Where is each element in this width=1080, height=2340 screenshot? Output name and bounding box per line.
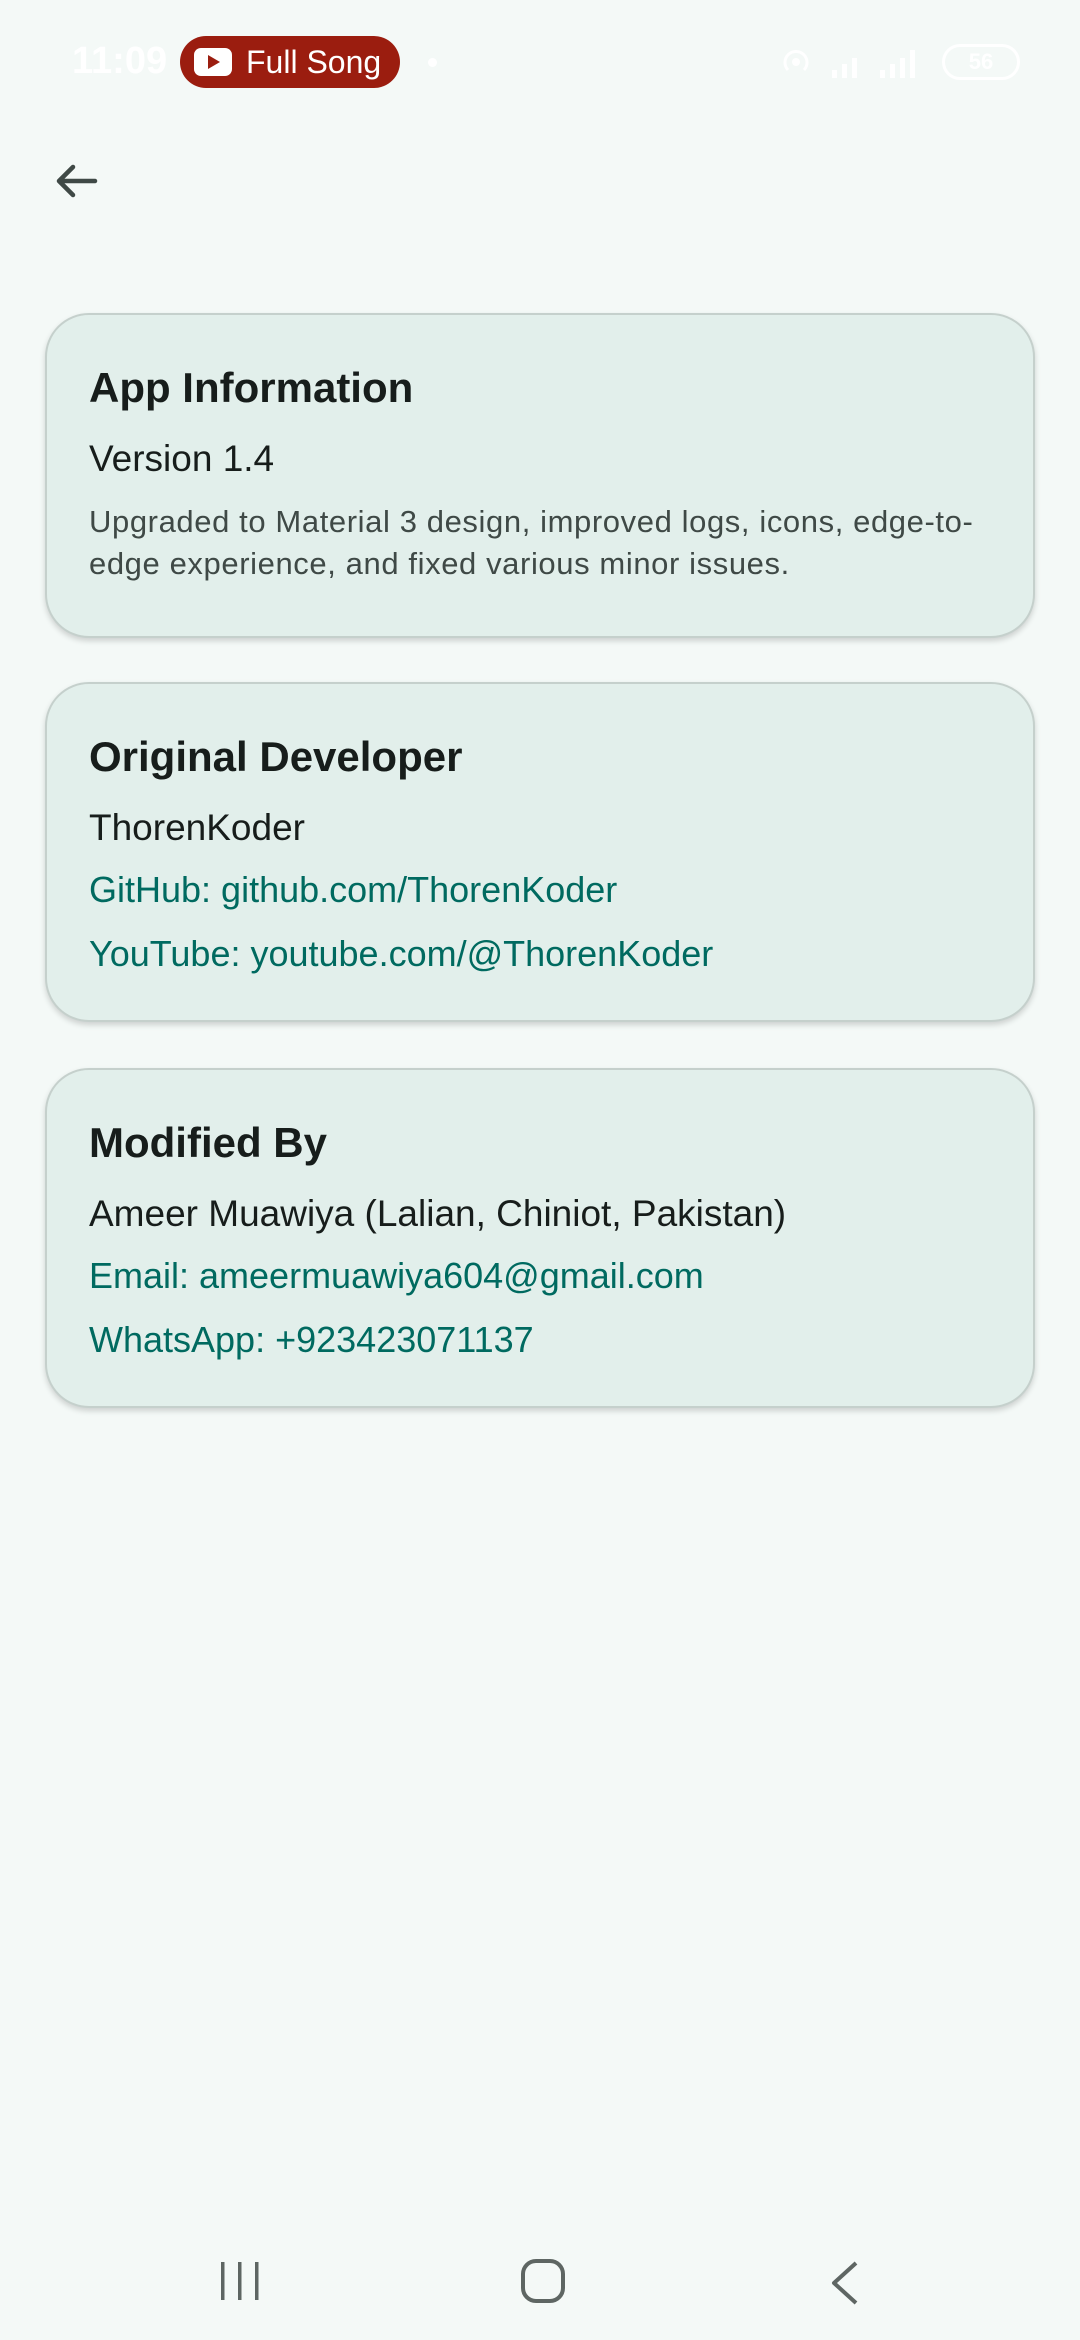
status-icons: 56 — [778, 44, 1020, 80]
media-pill-label: Full Song — [246, 43, 382, 80]
clock: 11:09 — [72, 40, 168, 82]
email-link[interactable]: Email: ameermuawiya604@gmail.com — [89, 1254, 991, 1298]
back-button[interactable] — [40, 145, 112, 217]
version-text: Version 1.4 — [89, 438, 275, 479]
media-pill[interactable]: Full Song — [180, 36, 400, 88]
battery-level: 56 — [968, 49, 994, 74]
app-info-card: App Information Version 1.4 Upgraded to … — [45, 313, 1035, 638]
hotspot-icon — [778, 44, 814, 80]
system-nav-bar — [0, 2220, 1080, 2340]
youtube-link[interactable]: YouTube: youtube.com/@ThorenKoder — [89, 932, 991, 976]
signal-icon — [828, 44, 928, 80]
modifier-name: Ameer Muawiya (Lalian, Chiniot, Pakistan… — [89, 1193, 787, 1234]
original-developer-card: Original Developer ThorenKoder GitHub: g… — [45, 682, 1035, 1022]
modified-by-card: Modified By Ameer Muawiya (Lalian, Chini… — [45, 1068, 1035, 1408]
notification-dot — [428, 58, 437, 67]
battery-indicator: 56 — [942, 44, 1020, 80]
changelog-text: Upgraded to Material 3 design, improved … — [89, 504, 974, 581]
back-icon[interactable] — [826, 2260, 862, 2311]
card-title: App Information — [89, 364, 414, 411]
card-title: Original Developer — [89, 733, 463, 780]
home-icon[interactable] — [520, 2258, 566, 2309]
recents-icon[interactable] — [218, 2260, 262, 2307]
whatsapp-link[interactable]: WhatsApp: +923423071137 — [89, 1318, 991, 1362]
github-link[interactable]: GitHub: github.com/ThorenKoder — [89, 868, 991, 912]
card-title: Modified By — [89, 1119, 327, 1166]
developer-name: ThorenKoder — [89, 807, 305, 848]
status-bar: 11:09 Full Song 56 — [0, 0, 1080, 125]
arrow-back-icon — [56, 164, 98, 198]
youtube-icon — [194, 48, 232, 76]
